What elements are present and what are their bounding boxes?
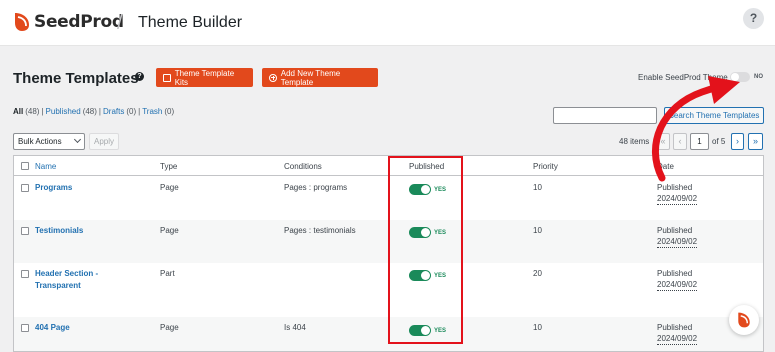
template-title-link[interactable]: 404 Page — [35, 322, 70, 334]
bulk-actions-value: Bulk Actions — [18, 137, 62, 146]
add-new-theme-template-label: Add New Theme Template — [280, 68, 341, 87]
filter-drafts[interactable]: Drafts — [103, 107, 124, 116]
filter-all[interactable]: All — [13, 107, 23, 116]
published-column-highlight — [388, 156, 463, 344]
status-filters: All (48) | Published (48) | Drafts (0) |… — [13, 107, 174, 116]
template-date: 2024/09/02 — [657, 334, 698, 345]
template-conditions: Pages : testimonials — [284, 226, 356, 235]
template-date: 2024/09/02 — [657, 194, 698, 205]
template-title-line: Transparent — [35, 281, 81, 290]
filter-drafts-count: (0) — [126, 107, 137, 116]
filter-all-count: (48) — [25, 107, 40, 116]
question-icon[interactable]: ? — [135, 72, 144, 81]
page-title: Theme Templates — [13, 70, 139, 87]
template-date: 2024/09/02 — [657, 280, 698, 291]
select-all-checkbox[interactable] — [21, 162, 29, 170]
top-header: SeedProd / Theme Builder ? — [0, 0, 775, 46]
template-kit-icon — [163, 73, 171, 82]
row-checkbox[interactable] — [21, 270, 29, 278]
bulk-actions-select[interactable]: Bulk Actions — [13, 133, 85, 150]
filter-trash-count: (0) — [164, 107, 175, 116]
column-type: Type — [160, 162, 178, 171]
column-name[interactable]: Name — [35, 162, 56, 171]
template-title-line: Header Section - — [35, 269, 99, 278]
filter-separator: | — [98, 107, 101, 116]
row-checkbox[interactable] — [21, 227, 29, 235]
template-type: Page — [160, 323, 179, 332]
template-priority: 10 — [533, 226, 542, 235]
seedprod-floating-button[interactable] — [729, 305, 759, 335]
template-conditions: Is 404 — [284, 323, 306, 332]
header-divider: / — [117, 12, 123, 34]
seedprod-leaf-icon — [15, 13, 29, 31]
filter-trash[interactable]: Trash — [142, 107, 162, 116]
brand-name: SeedProd — [34, 12, 124, 32]
column-priority: Priority — [533, 162, 558, 171]
theme-template-kits-button[interactable]: Theme Template Kits — [156, 68, 253, 87]
template-status: Published — [657, 323, 693, 332]
template-title-link[interactable]: Header Section - Transparent — [35, 268, 98, 292]
filter-separator: | — [41, 107, 44, 116]
seedprod-logo[interactable]: SeedProd — [13, 11, 124, 33]
filter-published[interactable]: Published — [46, 107, 81, 116]
column-conditions: Conditions — [284, 162, 322, 171]
template-conditions: Pages : programs — [284, 183, 348, 192]
filter-separator: | — [138, 107, 141, 116]
template-status: Published — [657, 269, 693, 278]
template-type: Part — [160, 269, 175, 278]
template-priority: 10 — [533, 183, 542, 192]
chevron-down-icon — [73, 135, 82, 144]
template-title-link[interactable]: Testimonials — [35, 225, 83, 237]
header-title: Theme Builder — [138, 14, 243, 31]
row-checkbox[interactable] — [21, 184, 29, 192]
template-type: Page — [160, 183, 179, 192]
template-status: Published — [657, 226, 693, 235]
row-checkbox[interactable] — [21, 324, 29, 332]
filter-published-count: (48) — [82, 107, 97, 116]
theme-template-kits-label: Theme Template Kits — [174, 68, 235, 87]
annotation-arrow-icon — [651, 76, 740, 182]
template-priority: 10 — [533, 323, 542, 332]
apply-button[interactable]: Apply — [89, 133, 119, 150]
template-title-link[interactable]: Programs — [35, 182, 72, 194]
seedprod-leaf-icon — [738, 312, 750, 328]
template-priority: 20 — [533, 269, 542, 278]
help-button[interactable]: ? — [743, 8, 764, 29]
template-date: 2024/09/02 — [657, 237, 698, 248]
add-new-theme-template-button[interactable]: Add New Theme Template — [262, 68, 378, 87]
template-type: Page — [160, 226, 179, 235]
plus-circle-icon — [269, 73, 277, 82]
